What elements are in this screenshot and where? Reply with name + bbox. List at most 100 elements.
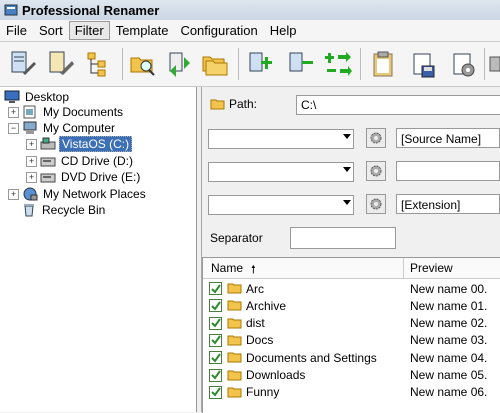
network-icon [23, 187, 38, 201]
add-item-icon[interactable] [244, 47, 278, 81]
checkbox[interactable] [209, 299, 222, 313]
path-field[interactable]: C:\ [296, 95, 500, 115]
menu-help[interactable]: Help [264, 21, 303, 40]
title-bar: Professional Renamer [0, 0, 500, 21]
tree-node-my-computer[interactable]: − My Computer [8, 120, 117, 136]
table-row[interactable]: Documents and Settings New name 04. [203, 349, 500, 366]
window-title: Professional Renamer [22, 2, 160, 18]
row-preview: New name 06. [410, 385, 488, 400]
checkbox[interactable] [209, 385, 222, 399]
template-field-2[interactable] [396, 161, 500, 181]
template-select-2[interactable] [208, 162, 354, 182]
chevron-down-icon[interactable] [343, 167, 351, 172]
tree-node-dvd-drive[interactable]: + DVD Drive (E:) [26, 169, 142, 185]
search-folder-icon[interactable] [126, 47, 160, 81]
table-row[interactable]: Downloads New name 05. [203, 367, 500, 384]
checkmark-icon [210, 353, 221, 363]
move-icon[interactable] [322, 47, 356, 81]
checkmark-icon [210, 318, 221, 328]
checkbox[interactable] [209, 351, 222, 365]
checkbox[interactable] [209, 333, 222, 347]
row-preview: New name 04. [410, 350, 488, 365]
dvd-drive-icon [40, 173, 56, 183]
template-select-3[interactable] [208, 195, 354, 215]
folder-tree[interactable]: Desktop + My Documents − My Computer + V… [0, 87, 197, 412]
collapse-icon[interactable]: − [8, 122, 19, 134]
folders-icon[interactable] [198, 47, 232, 81]
row-preview: New name 02. [410, 316, 488, 331]
row-name: Funny [246, 385, 280, 400]
separator-field[interactable] [290, 227, 396, 249]
folder-icon [227, 387, 242, 398]
template-field-3[interactable]: [Extension] [396, 194, 500, 214]
drive-icon [40, 137, 56, 150]
save-icon[interactable] [406, 47, 440, 81]
expand-icon[interactable]: + [26, 171, 37, 183]
tree-node-my-documents[interactable]: + My Documents [8, 104, 125, 120]
tree-node-recycle-bin[interactable]: Recycle Bin [21, 202, 107, 218]
chevron-down-icon[interactable] [343, 134, 351, 139]
undo-icon[interactable] [44, 47, 78, 81]
rename-icon[interactable] [6, 47, 40, 81]
table-row[interactable]: Arc New name 00. [203, 280, 500, 297]
tree-node-network-places[interactable]: + My Network Places [8, 186, 148, 202]
checkbox[interactable] [209, 316, 222, 330]
tree-node-cd-drive[interactable]: + CD Drive (D:) [26, 153, 135, 169]
column-divider[interactable] [403, 258, 404, 278]
rename-panel: Path: C:\ [Source Name] [Extension] Sepa… [202, 87, 500, 413]
gear-icon[interactable] [366, 128, 386, 148]
menu-file[interactable]: File [0, 21, 33, 40]
checkbox[interactable] [209, 368, 222, 382]
expand-icon[interactable]: + [26, 155, 37, 167]
folder-icon [227, 283, 242, 294]
cd-drive-icon [40, 157, 56, 167]
row-name: Docs [246, 333, 274, 348]
expand-icon[interactable]: + [8, 106, 19, 118]
expand-icon[interactable]: + [26, 138, 37, 150]
remove-item-icon[interactable] [284, 47, 318, 81]
gear-icon[interactable] [366, 194, 386, 214]
folder-icon [227, 352, 242, 363]
row-preview: New name 00. [410, 281, 488, 296]
desktop-icon [4, 90, 20, 103]
row-preview: New name 05. [410, 368, 488, 382]
row-name: dist [246, 316, 265, 331]
tree-node-vista-c[interactable]: + VistaOS (C:) [26, 136, 133, 152]
separator-label: Separator [210, 231, 263, 245]
table-row[interactable]: Archive New name 01. [203, 297, 500, 314]
menu-template[interactable]: Template [110, 21, 175, 40]
tree-icon[interactable] [82, 47, 116, 81]
checkmark-icon [210, 301, 221, 311]
tree-node-desktop[interactable]: Desktop [4, 89, 71, 105]
refresh-icon[interactable] [162, 47, 196, 81]
table-row[interactable]: dist New name 02. [203, 315, 500, 332]
template-select-1[interactable] [208, 129, 354, 149]
clipboard-icon[interactable] [366, 47, 400, 81]
menu-sort[interactable]: Sort [33, 21, 69, 40]
folder-icon [227, 318, 242, 329]
column-name-header[interactable]: Name [211, 261, 243, 275]
template-field-1[interactable]: [Source Name] [396, 128, 500, 148]
file-list[interactable]: Name 🠕 Preview Arc New name 00. Archive New… [202, 257, 500, 413]
checkmark-icon [210, 387, 221, 397]
folder-icon [227, 335, 242, 346]
menu-bar: File Sort Filter Template Configuration … [0, 20, 500, 42]
chevron-down-icon[interactable] [343, 200, 351, 205]
more-icon[interactable] [488, 47, 500, 81]
path-label: Path: [210, 97, 257, 111]
expand-icon[interactable]: + [8, 188, 19, 200]
computer-icon [23, 121, 37, 134]
table-row[interactable]: Funny New name 06. [203, 384, 500, 401]
checkmark-icon [210, 335, 221, 345]
table-row[interactable]: Docs New name 03. [203, 332, 500, 349]
row-name: Arc [246, 281, 264, 296]
checkbox[interactable] [209, 282, 222, 295]
menu-configuration[interactable]: Configuration [174, 21, 263, 40]
folder-icon [227, 300, 242, 311]
toolbar-separator [360, 48, 361, 80]
folder-icon [227, 370, 242, 380]
menu-filter[interactable]: Filter [68, 21, 110, 40]
gear-icon[interactable] [366, 161, 386, 181]
settings-icon[interactable] [446, 47, 480, 81]
column-preview-header[interactable]: Preview [410, 261, 453, 275]
